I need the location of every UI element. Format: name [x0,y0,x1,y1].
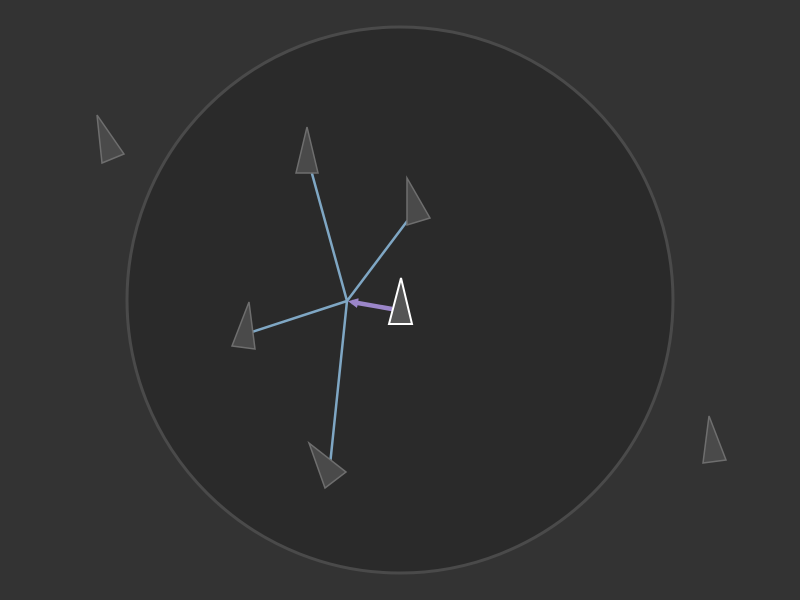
boids-diagram [0,0,800,600]
